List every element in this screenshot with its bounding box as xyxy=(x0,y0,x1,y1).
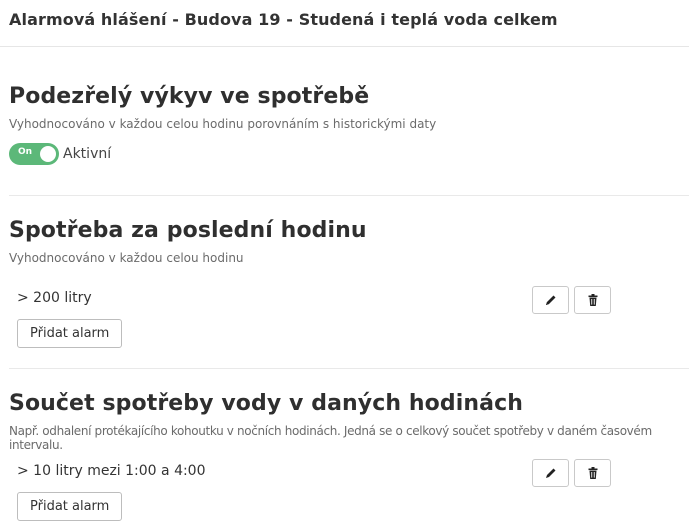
add-alarm-button[interactable]: Přidat alarm xyxy=(17,492,123,521)
page-header: Alarmová hlášení - Budova 19 - Studená i… xyxy=(0,0,689,47)
divider xyxy=(9,195,689,196)
section-title: Součet spotřeby vody v daných hodinách xyxy=(9,391,523,416)
trash-icon xyxy=(586,466,600,480)
trash-icon xyxy=(586,293,600,307)
delete-button[interactable] xyxy=(574,286,611,314)
delete-button[interactable] xyxy=(574,459,611,487)
section-hours-sum: Součet spotřeby vody v daných hodinách N… xyxy=(0,391,689,452)
active-toggle[interactable]: On xyxy=(9,143,59,165)
section-description: Např. odhalení protékajícího kohoutku v … xyxy=(9,424,652,452)
section-description: Vyhodnocováno v každou celou hodinu xyxy=(9,251,244,265)
alarm-rule: > 10 litry mezi 1:00 a 4:00 xyxy=(17,463,206,479)
divider xyxy=(9,368,689,369)
toggle-state-label: On xyxy=(18,147,33,157)
page-title: Alarmová hlášení - Budova 19 - Studená i… xyxy=(9,10,558,29)
active-toggle-row: On Aktivní xyxy=(9,143,689,165)
pencil-icon xyxy=(544,293,558,307)
section-title: Spotřeba za poslední hodinu xyxy=(9,218,367,243)
toggle-knob xyxy=(40,146,56,162)
toggle-label: Aktivní xyxy=(63,146,112,162)
section-suspicious-spike: Podezřelý výkyv ve spotřebě Vyhodnocován… xyxy=(0,84,689,165)
add-alarm-button[interactable]: Přidat alarm xyxy=(17,319,123,348)
alarm-rule: > 200 litry xyxy=(17,290,92,306)
section-title: Podezřelý výkyv ve spotřebě xyxy=(9,84,370,109)
section-description: Vyhodnocováno v každou celou hodinu poro… xyxy=(9,117,437,131)
edit-button[interactable] xyxy=(532,286,569,314)
edit-button[interactable] xyxy=(532,459,569,487)
pencil-icon xyxy=(544,466,558,480)
section-last-hour: Spotřeba za poslední hodinu Vyhodnocován… xyxy=(0,218,689,265)
